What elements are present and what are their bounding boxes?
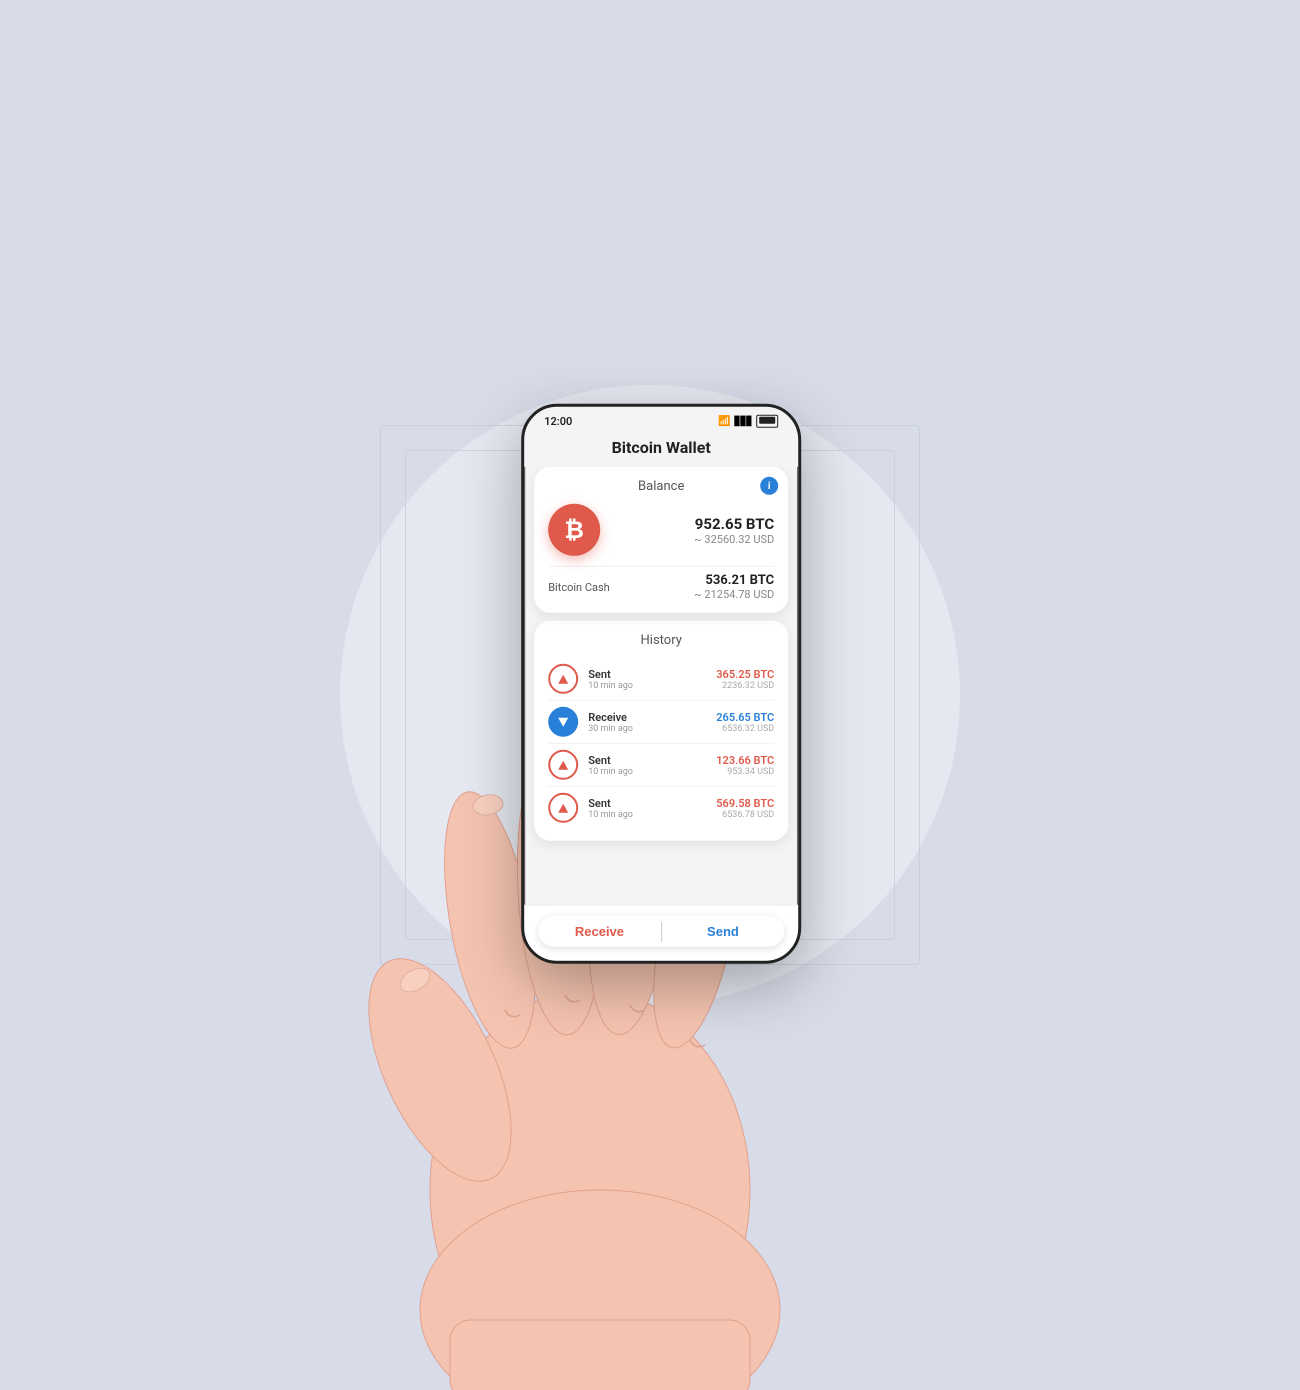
tx-info-0: Sent10 min ago xyxy=(588,667,706,690)
send-button[interactable]: Send xyxy=(662,916,785,947)
balance-card: Balance i ₿ 952.65 BTC ~ 32560.32 USD Bi… xyxy=(534,467,788,613)
tx-btc-3: 569.58 BTC xyxy=(716,796,774,809)
balance-main: ₿ 952.65 BTC ~ 32560.32 USD xyxy=(548,504,774,556)
app-title: Bitcoin Wallet xyxy=(524,432,798,467)
tx-btc-2: 123.66 BTC xyxy=(716,753,774,766)
wifi-icon: 📶 xyxy=(718,416,730,427)
tx-btc-0: 365.25 BTC xyxy=(716,667,774,680)
phone-bottom: Receive Send xyxy=(524,905,798,961)
balance-usd: ~ 32560.32 USD xyxy=(694,532,774,545)
tx-usd-3: 6536.78 USD xyxy=(716,809,774,819)
balance-secondary-label: Bitcoin Cash xyxy=(548,580,610,593)
receive-icon-1 xyxy=(548,707,578,737)
battery-icon xyxy=(756,415,778,428)
tx-type-0: Sent xyxy=(588,667,706,680)
balance-btc: 952.65 BTC xyxy=(695,514,774,532)
tx-info-3: Sent10 min ago xyxy=(588,796,706,819)
tx-type-3: Sent xyxy=(588,796,706,809)
sent-icon-0 xyxy=(548,664,578,694)
info-badge[interactable]: i xyxy=(760,477,778,495)
phone: 12:00 📶 ▊▊▊ Bitcoin Wallet Balance i ₿ xyxy=(521,404,801,964)
tx-usd-0: 2236.32 USD xyxy=(716,680,774,690)
tx-amounts-0: 365.25 BTC2236.32 USD xyxy=(716,667,774,690)
tx-type-1: Receive xyxy=(588,710,706,723)
balance-section-title: Balance xyxy=(548,479,774,494)
transaction-list: Sent10 min ago365.25 BTC2236.32 USDRecei… xyxy=(548,658,774,829)
status-time: 12:00 xyxy=(544,415,572,428)
phone-content: Balance i ₿ 952.65 BTC ~ 32560.32 USD Bi… xyxy=(524,467,798,905)
sent-icon-2 xyxy=(548,750,578,780)
transaction-item-2[interactable]: Sent10 min ago 123.66 BTC953.34 USD xyxy=(548,744,774,787)
sent-icon-3 xyxy=(548,793,578,823)
action-buttons: Receive Send xyxy=(538,916,784,947)
transaction-item-3[interactable]: Sent10 min ago 569.58 BTC6536.78 USD xyxy=(548,787,774,829)
status-bar: 12:00 📶 ▊▊▊ xyxy=(524,407,798,432)
tx-amounts-1: 265.65 BTC6536.32 USD xyxy=(716,710,774,733)
tx-info-2: Sent10 min ago xyxy=(588,753,706,776)
balance-amounts: 952.65 BTC ~ 32560.32 USD xyxy=(612,514,774,545)
transaction-item-0[interactable]: Sent10 min ago 365.25 BTC2236.32 USD xyxy=(548,658,774,701)
balance-secondary: Bitcoin Cash 536.21 BTC ~ 21254.78 USD xyxy=(548,573,774,601)
tx-amounts-2: 123.66 BTC953.34 USD xyxy=(716,753,774,776)
tx-type-2: Sent xyxy=(588,753,706,766)
history-section-title: History xyxy=(548,633,774,648)
balance-divider xyxy=(548,566,774,567)
tx-usd-2: 953.34 USD xyxy=(716,766,774,776)
tx-time-1: 30 min ago xyxy=(588,723,706,733)
balance-secondary-amounts: 536.21 BTC ~ 21254.78 USD xyxy=(694,573,774,601)
tx-info-1: Receive30 min ago xyxy=(588,710,706,733)
tx-time-0: 10 min ago xyxy=(588,680,706,690)
status-icons: 📶 ▊▊▊ xyxy=(718,415,778,428)
tx-amounts-3: 569.58 BTC6536.78 USD xyxy=(716,796,774,819)
tx-time-3: 10 min ago xyxy=(588,809,706,819)
receive-button[interactable]: Receive xyxy=(538,916,661,947)
transaction-item-1[interactable]: Receive30 min ago 265.65 BTC6536.32 USD xyxy=(548,701,774,744)
balance-secondary-usd: ~ 21254.78 USD xyxy=(694,588,774,601)
bitcoin-symbol: ₿ xyxy=(564,515,584,544)
history-card: History Sent10 min ago365.25 BTC2236.32 … xyxy=(534,621,788,841)
tx-time-2: 10 min ago xyxy=(588,766,706,776)
phone-wrapper: 12:00 📶 ▊▊▊ Bitcoin Wallet Balance i ₿ xyxy=(521,404,801,964)
signal-icon: ▊▊▊ xyxy=(734,416,752,426)
tx-usd-1: 6536.32 USD xyxy=(716,723,774,733)
bitcoin-logo: ₿ xyxy=(548,504,600,556)
tx-btc-1: 265.65 BTC xyxy=(716,710,774,723)
balance-secondary-btc: 536.21 BTC xyxy=(694,573,774,588)
